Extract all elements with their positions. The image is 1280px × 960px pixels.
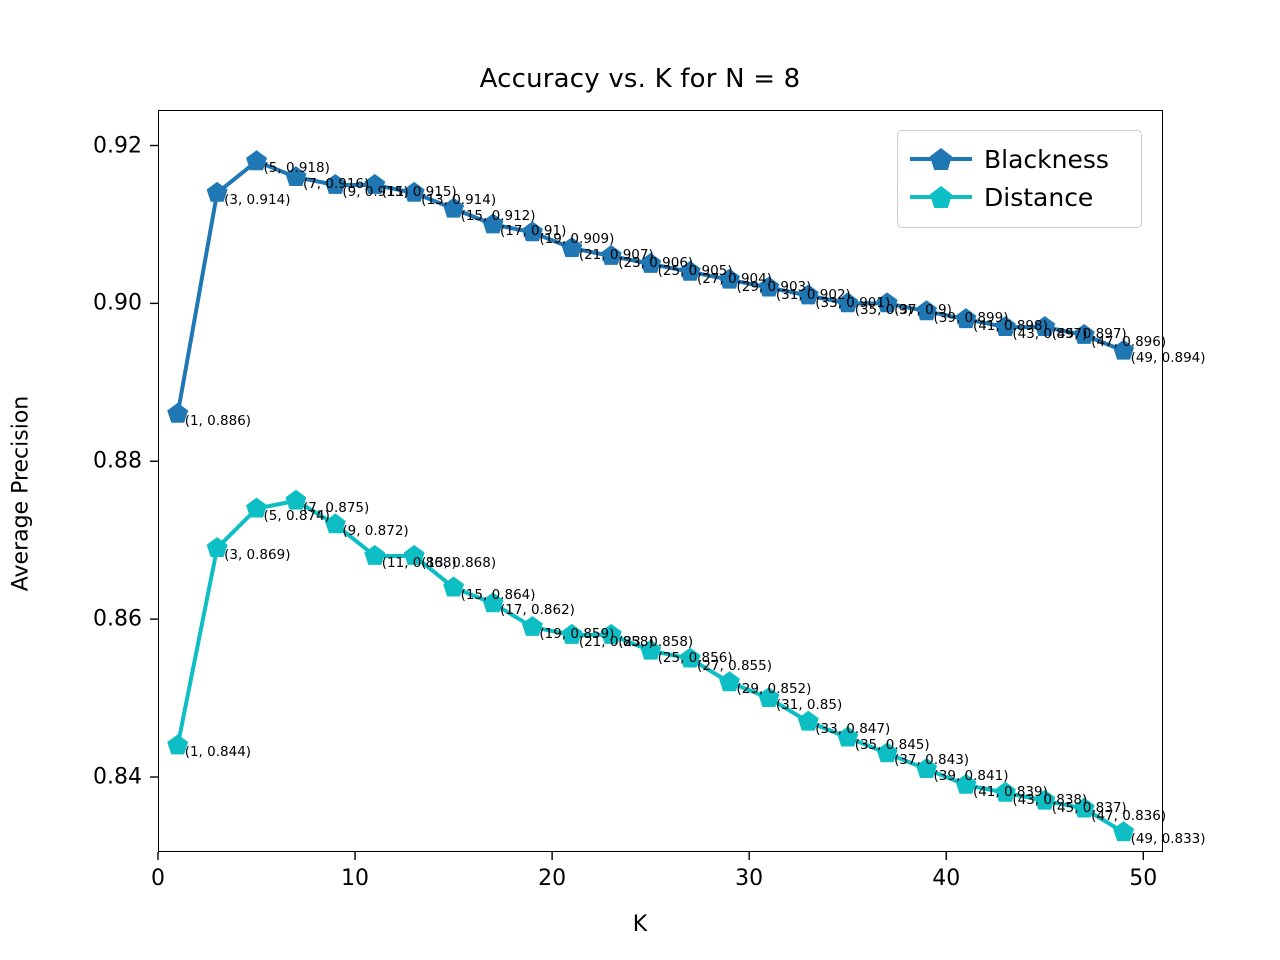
- x-tick-label: 10: [341, 866, 370, 891]
- data-point-label: (1, 0.844): [184, 744, 252, 761]
- x-tick-label: 0: [151, 866, 165, 891]
- data-point-label: (15, 0.912): [460, 207, 536, 224]
- data-point-label: (29, 0.852): [736, 681, 812, 698]
- legend-entry-blackness[interactable]: Blackness: [910, 140, 1129, 178]
- legend-swatch-blackness: [910, 148, 972, 170]
- data-point-label: (1, 0.886): [184, 412, 252, 429]
- data-point-label: (9, 0.872): [342, 523, 409, 540]
- data-point-label: (23, 0.858): [618, 633, 694, 650]
- data-point-label: (49, 0.833): [1130, 831, 1206, 848]
- data-point-label: (13, 0.914): [421, 191, 497, 208]
- x-tick-label: 40: [932, 866, 961, 891]
- data-point-label: (31, 0.85): [775, 697, 843, 714]
- legend-label-blackness: Blackness: [984, 144, 1109, 174]
- y-axis-label: Average Precision: [8, 395, 34, 592]
- chart-title: Accuracy vs. K for N = 8: [479, 64, 801, 94]
- data-point-label: (39, 0.841): [933, 768, 1009, 785]
- y-tick-label: 0.84: [93, 764, 142, 790]
- x-tick-label: 50: [1129, 866, 1158, 891]
- data-point-label: (13, 0.868): [421, 554, 497, 571]
- chart-figure: Accuracy vs. K for N = 8 Average Precisi…: [0, 0, 1280, 960]
- x-tick-label: 20: [538, 866, 567, 891]
- legend-entry-distance[interactable]: Distance: [910, 178, 1129, 216]
- legend-marker-distance: [930, 186, 952, 208]
- data-point-label: (3, 0.869): [224, 547, 291, 564]
- legend-label-distance: Distance: [984, 182, 1094, 212]
- data-point-label: (19, 0.909): [539, 231, 615, 248]
- data-point-label: (35, 0.845): [854, 736, 930, 753]
- data-point-label: (47, 0.836): [1091, 807, 1167, 824]
- y-tick-label: 0.92: [93, 133, 142, 159]
- legend-swatch-distance: [910, 186, 972, 208]
- x-axis-label: K: [632, 912, 648, 937]
- data-point-label: (17, 0.862): [500, 602, 575, 619]
- data-point-label: (49, 0.894): [1130, 349, 1206, 366]
- data-point-label: (47, 0.896): [1091, 333, 1167, 350]
- data-point-label: (27, 0.855): [697, 657, 772, 674]
- legend-marker-blackness: [930, 148, 952, 170]
- data-point-label: (15, 0.864): [460, 586, 536, 603]
- data-point-label: (7, 0.875): [302, 499, 370, 516]
- data-point-label: (37, 0.843): [894, 752, 970, 769]
- x-tick-label: 30: [735, 866, 764, 891]
- y-tick-label: 0.88: [93, 448, 142, 474]
- data-point-label: (33, 0.847): [815, 720, 891, 737]
- y-tick-label: 0.86: [93, 606, 142, 632]
- chart-legend[interactable]: Blackness Distance: [897, 130, 1142, 228]
- y-tick-label: 0.90: [93, 290, 142, 316]
- data-point-label: (5, 0.918): [263, 160, 330, 177]
- data-point-label: (3, 0.914): [224, 191, 291, 208]
